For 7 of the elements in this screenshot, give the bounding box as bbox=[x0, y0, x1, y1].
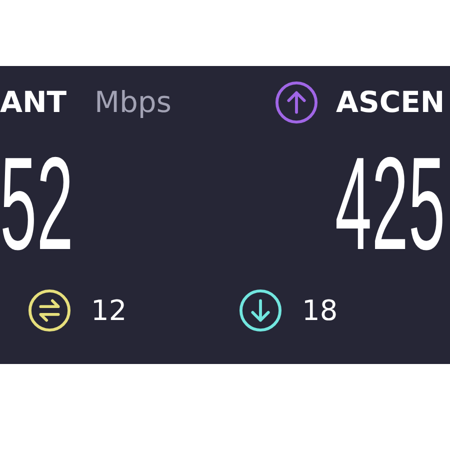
unit-label: Mbps bbox=[94, 85, 172, 119]
upload-speed: 425 bbox=[335, 138, 446, 270]
download-label: ANT bbox=[0, 85, 66, 119]
stat-value: 18 bbox=[302, 294, 338, 326]
stat-value: 12 bbox=[91, 294, 127, 326]
download-speed: 52 bbox=[0, 138, 74, 270]
upload-label: ASCEN bbox=[336, 85, 445, 119]
